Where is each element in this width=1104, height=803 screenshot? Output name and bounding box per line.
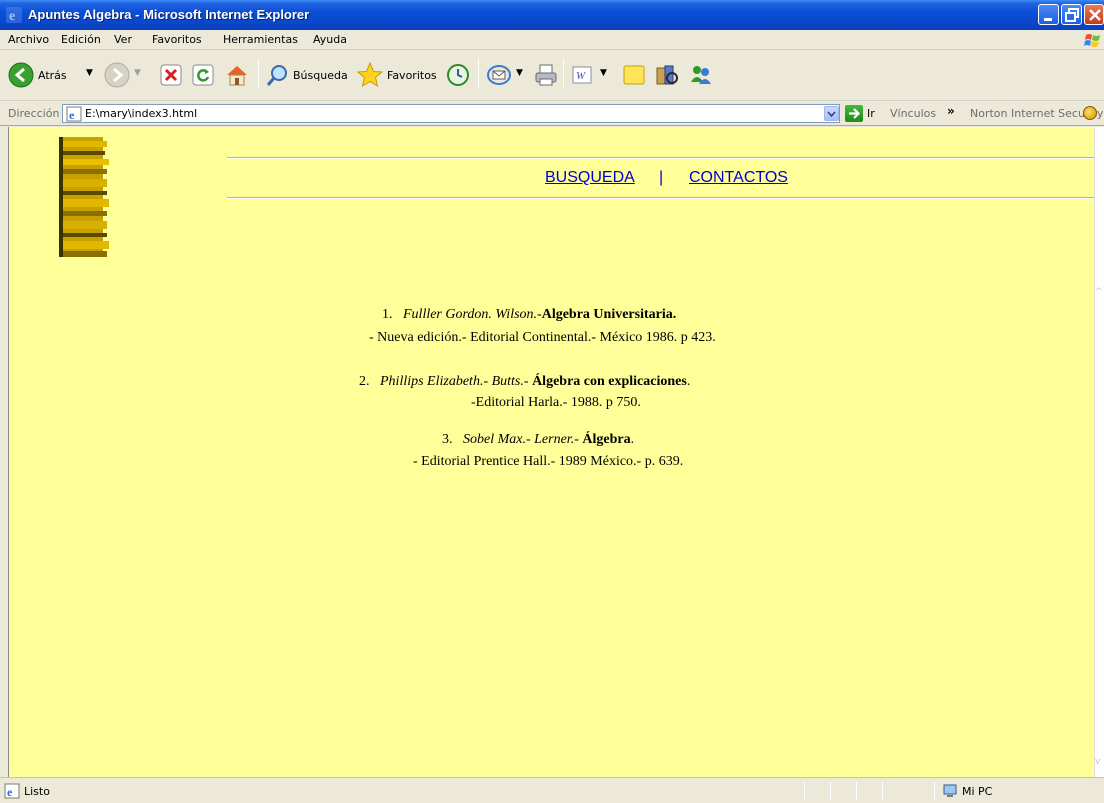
- menu-ayuda[interactable]: Ayuda: [313, 33, 347, 46]
- home-icon[interactable]: [224, 62, 250, 88]
- reference-title: Álgebra: [582, 432, 631, 447]
- nav-link-contactos[interactable]: CONTACTOS: [689, 169, 788, 187]
- svg-text:e: e: [7, 785, 13, 799]
- windows-flag-icon: [1084, 34, 1100, 47]
- my-computer-icon: [943, 784, 957, 797]
- favorites-button-label[interactable]: Favoritos: [387, 69, 437, 82]
- messenger-icon[interactable]: [688, 62, 714, 88]
- reference-title-suffix: .: [630, 432, 635, 447]
- reference-2-details: -Editorial Harla.- 1988. p 750.: [471, 395, 641, 410]
- reference-authors: Phillips Elizabeth.- Butts.: [380, 374, 524, 389]
- page-icon: e: [66, 106, 82, 122]
- refresh-icon[interactable]: [192, 64, 214, 86]
- standard-toolbar: Atrás ▼ ▼ Búsqueda Favoritos ▼ W ▼: [0, 51, 1104, 101]
- scroll-up-icon[interactable]: ^: [1095, 287, 1104, 303]
- reference-authors: Sobel Max.- Lerner.: [463, 432, 575, 447]
- gold-coins-image: [59, 137, 109, 257]
- status-text: Listo: [24, 785, 50, 798]
- nav-link-busqueda[interactable]: BUSQUEDA: [545, 169, 635, 187]
- reference-1-heading: 1. Fulller Gordon. Wilson.-Algebra Unive…: [382, 307, 676, 323]
- forward-arrow-icon[interactable]: [104, 62, 130, 88]
- forward-dropdown-icon[interactable]: ▼: [134, 68, 141, 78]
- reference-3-details: - Editorial Prentice Hall.- 1989 México.…: [413, 454, 684, 469]
- address-dropdown-icon[interactable]: [824, 106, 839, 121]
- discuss-icon[interactable]: [622, 63, 646, 87]
- reference-number: 1.: [382, 307, 393, 322]
- menu-favoritos[interactable]: Favoritos: [152, 33, 202, 46]
- mail-dropdown-icon[interactable]: ▼: [516, 68, 523, 78]
- window-titlebar[interactable]: e Apuntes Algebra - Microsoft Internet E…: [0, 0, 1104, 30]
- address-input[interactable]: e E:\mary\index3.html: [62, 104, 840, 123]
- page-done-icon: e: [4, 783, 20, 799]
- minimize-button[interactable]: [1038, 4, 1059, 25]
- reference-authors: Fulller Gordon. Wilson.: [403, 307, 538, 322]
- menu-herramientas[interactable]: Herramientas: [223, 33, 298, 46]
- reference-title-suffix: .: [686, 374, 691, 389]
- svg-text:W: W: [576, 70, 586, 82]
- address-url: E:\mary\index3.html: [85, 107, 198, 120]
- menu-edicion[interactable]: Edición: [61, 33, 101, 46]
- menu-bar: Archivo Edición Ver Favoritos Herramient…: [0, 30, 1104, 50]
- go-button-label[interactable]: Ir: [867, 107, 875, 120]
- reference-number: 3.: [442, 432, 453, 447]
- ie-logo-icon: e: [6, 7, 22, 23]
- security-zone-text: Mi PC: [962, 785, 993, 798]
- top-divider: [227, 157, 1095, 159]
- reference-2-heading: 2. Phillips Elizabeth.- Butts.- Álgebra …: [359, 374, 690, 390]
- status-bar: e Listo Mi PC: [0, 777, 1104, 803]
- reference-1-details: - Nueva edición.- Editorial Continental.…: [369, 330, 716, 345]
- address-bar: Dirección e E:\mary\index3.html Ir Víncu…: [0, 102, 1104, 126]
- menu-ver[interactable]: Ver: [114, 33, 132, 46]
- stop-icon[interactable]: [160, 64, 182, 86]
- chevron-more-icon[interactable]: »: [947, 104, 955, 118]
- back-dropdown-icon[interactable]: ▼: [86, 68, 93, 78]
- maximize-button[interactable]: [1061, 4, 1082, 25]
- back-button-label[interactable]: Atrás: [38, 69, 67, 82]
- reference-title: Álgebra con explicaciones: [532, 374, 687, 389]
- search-button-label[interactable]: Búsqueda: [293, 69, 348, 82]
- window-title: Apuntes Algebra - Microsoft Internet Exp…: [28, 7, 310, 22]
- history-icon[interactable]: [446, 63, 470, 87]
- favorites-star-icon[interactable]: [356, 61, 384, 89]
- scroll-down-icon[interactable]: v: [1095, 757, 1104, 773]
- menu-archivo[interactable]: Archivo: [8, 33, 49, 46]
- reference-number: 2.: [359, 374, 370, 389]
- bottom-divider: [227, 197, 1095, 199]
- print-icon[interactable]: [534, 63, 558, 87]
- close-button[interactable]: [1084, 4, 1104, 25]
- edit-dropdown-icon[interactable]: ▼: [600, 68, 607, 78]
- norton-icon[interactable]: [1083, 106, 1097, 120]
- top-nav: BUSQUEDA | CONTACTOS: [227, 169, 1095, 191]
- svg-text:e: e: [9, 9, 15, 23]
- nav-separator: |: [659, 169, 664, 186]
- address-label: Dirección: [8, 107, 60, 120]
- reference-3-heading: 3. Sobel Max.- Lerner.- Álgebra.: [442, 432, 634, 448]
- reference-separator: -: [523, 374, 533, 389]
- svg-text:e: e: [69, 108, 75, 122]
- reference-title: Algebra Universitaria.: [541, 307, 677, 322]
- back-arrow-icon[interactable]: [8, 62, 34, 88]
- research-icon[interactable]: [654, 62, 680, 88]
- go-arrow-icon[interactable]: [845, 105, 863, 122]
- vertical-scrollbar[interactable]: ^ v: [1094, 127, 1104, 777]
- mail-icon[interactable]: [487, 64, 513, 86]
- search-icon[interactable]: [266, 63, 290, 87]
- links-label[interactable]: Vínculos: [890, 107, 936, 120]
- word-edit-icon[interactable]: W: [572, 66, 592, 84]
- page-content: BUSQUEDA | CONTACTOS 1. Fulller Gordon. …: [8, 127, 1095, 777]
